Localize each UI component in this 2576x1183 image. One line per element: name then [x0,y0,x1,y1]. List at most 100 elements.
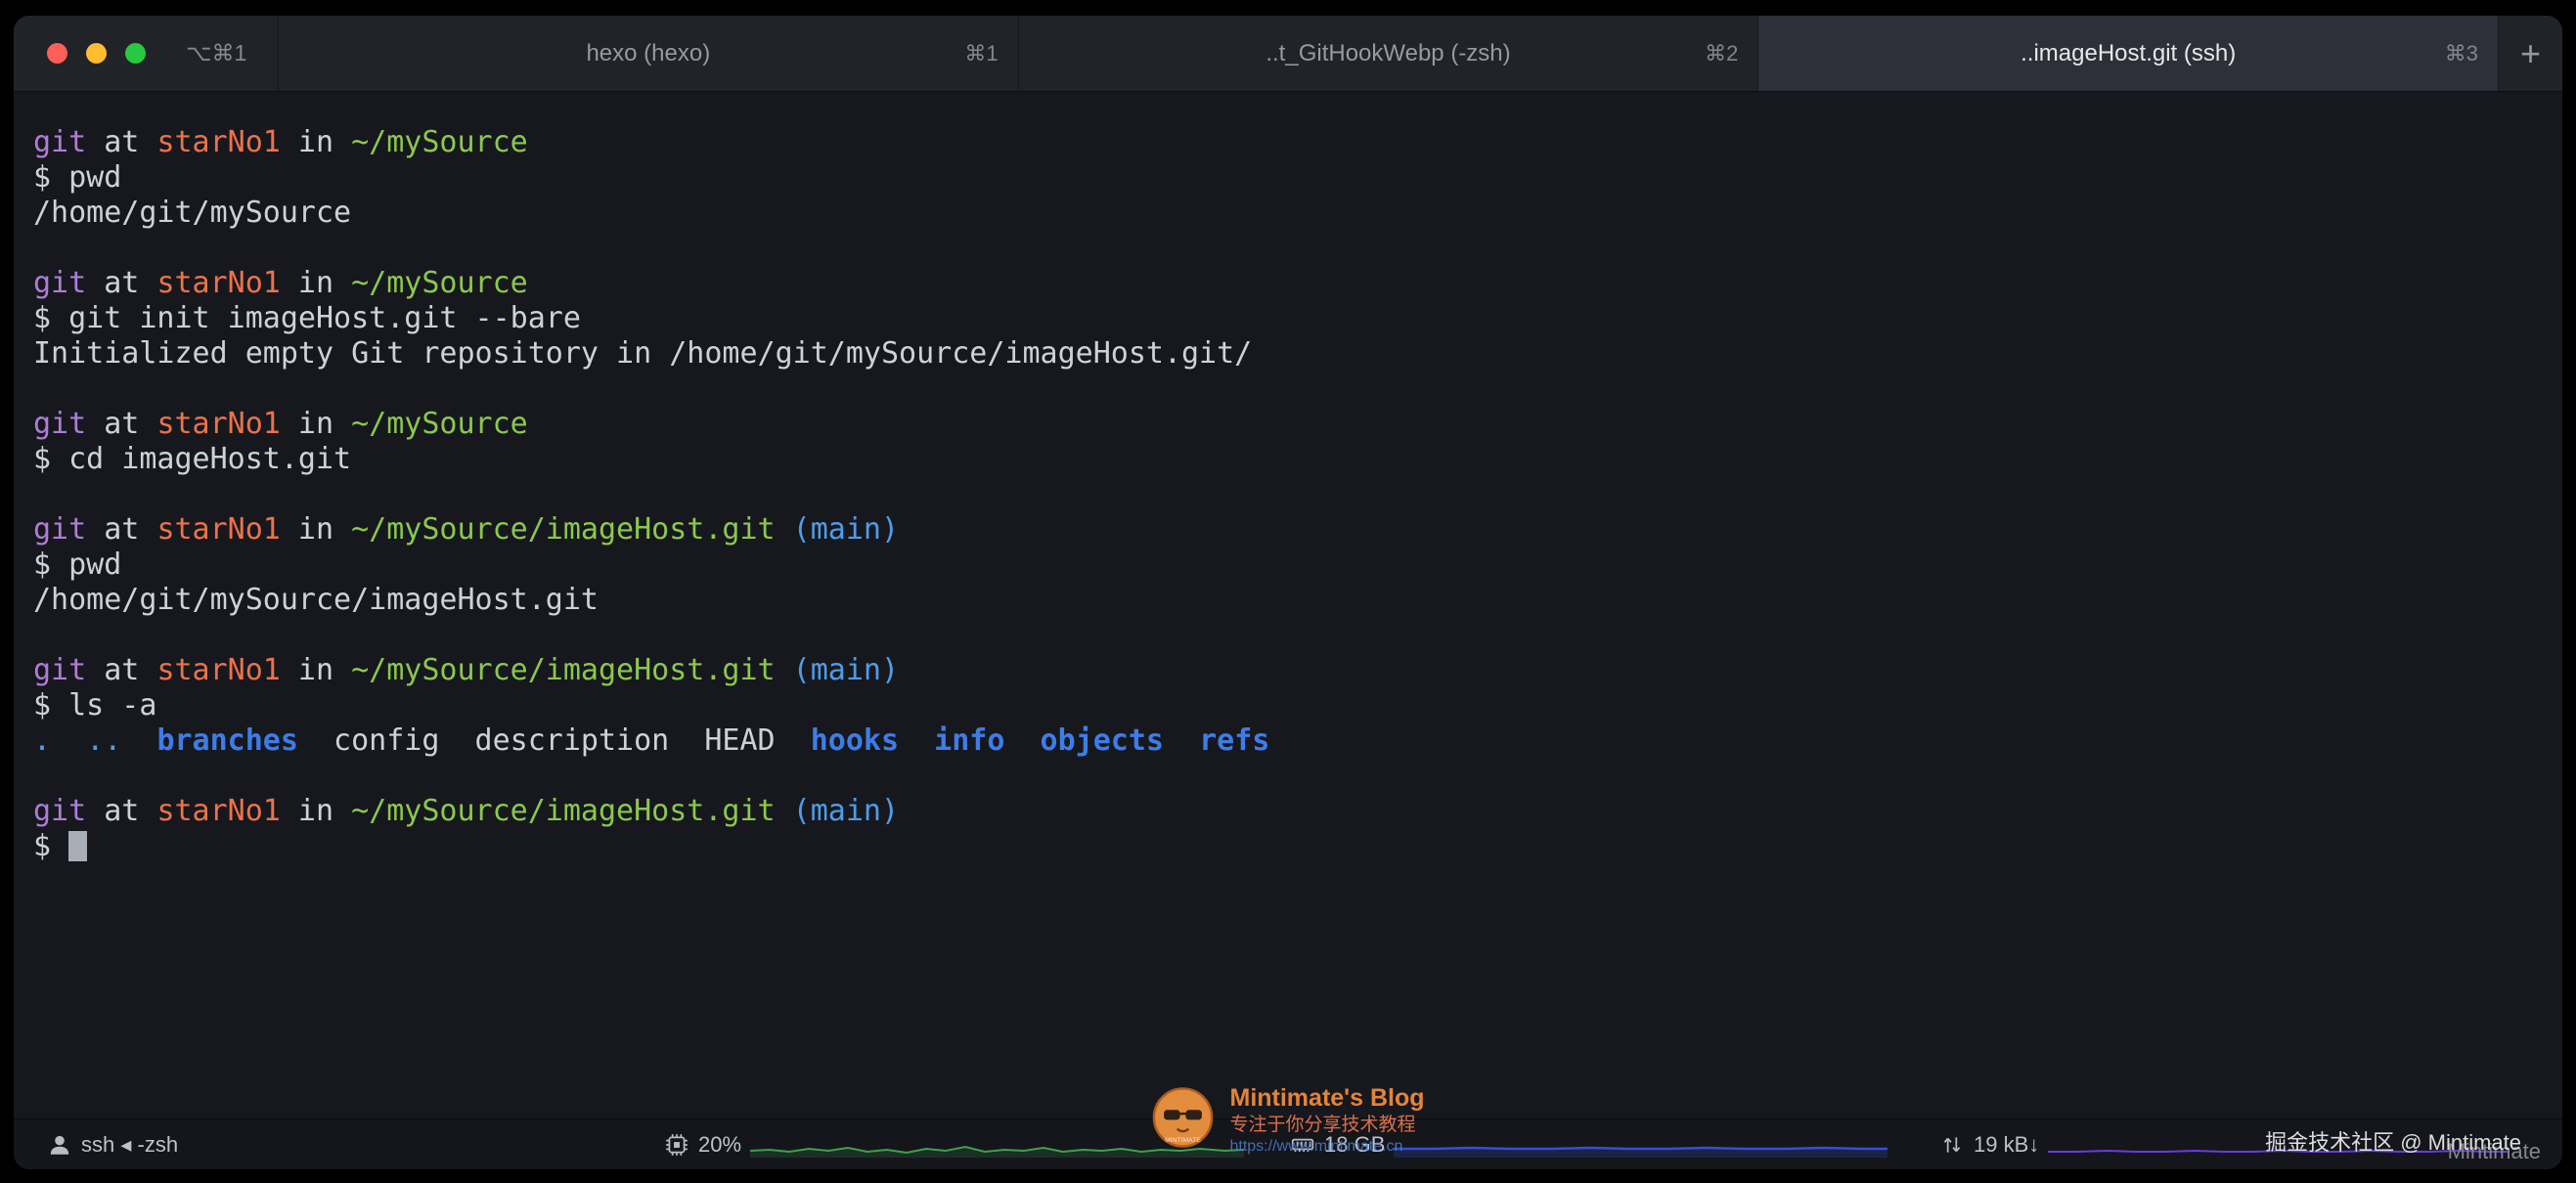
memory-sparkline [1394,1146,1888,1158]
terminal-line: git at starNo1 in ~/mySource [33,125,2543,160]
terminal-cursor [68,831,88,861]
shell-indicator[interactable]: ssh ◂ -zsh [47,1132,178,1158]
terminal-line: git at starNo1 in ~/mySource/imageHost.g… [33,653,2543,688]
terminal-text-segment: ~/mySource/imageHost.git [351,653,776,687]
terminal-line: $ pwd [33,160,2543,196]
terminal-text-segment: ~/mySource/imageHost.git [351,794,776,828]
minimize-button[interactable] [86,43,107,64]
terminal-text-segment: starNo1 [156,653,281,687]
terminal-window: ⌥⌘1 hexo (hexo) ⌘1 ..t_GitHookWebp (-zsh… [14,16,2562,1169]
tab-label: ..t_GitHookWebp (-zsh) [1266,39,1511,66]
terminal-line: git at starNo1 in ~/mySource/imageHost.g… [33,794,2543,829]
terminal-text-segment: ~/mySource/imageHost.git [351,512,776,547]
terminal-line: Initialized empty Git repository in /hom… [33,336,2543,372]
terminal-text-segment: (main) [792,794,900,828]
tab-shortcut-label: ⌘2 [1705,40,1739,66]
terminal-text-segment: starNo1 [156,794,281,828]
terminal-text-segment: branches [156,723,298,758]
terminal-text-segment: info [934,723,1005,758]
tab-githookwebp[interactable]: ..t_GitHookWebp (-zsh) ⌘2 [1017,16,1758,91]
terminal-text-segment: ~/mySource [351,266,528,300]
terminal-text-segment: git [33,266,87,300]
tab-imagehost-ssh[interactable]: ..imageHost.git (ssh) ⌘3 [1757,16,2499,91]
terminal-text-segment: git [33,512,87,547]
terminal-text-segment: git [33,407,87,441]
terminal-text-segment: ~/mySource [351,125,528,159]
terminal-text-segment: objects [1040,723,1164,758]
terminal-text-segment: $ git init imageHost.git --bare [33,301,581,335]
cpu-meter[interactable]: 20% [664,1131,1245,1158]
tab-bar: ⌥⌘1 hexo (hexo) ⌘1 ..t_GitHookWebp (-zsh… [14,16,2562,92]
terminal-text-segment: in [280,653,352,687]
cpu-value: 20% [698,1131,742,1157]
terminal-line: $ ls -a [33,688,2543,723]
new-tab-button[interactable]: + [2498,16,2562,91]
terminal-text-segment: at [86,512,157,547]
terminal-text-segment: $ pwd [33,548,122,582]
terminal-text-segment: starNo1 [156,407,281,441]
window-shortcut-label: ⌥⌘1 [186,40,247,66]
close-button[interactable] [47,43,67,64]
tab-shortcut-label: ⌘3 [2444,40,2479,66]
terminal-line: /home/git/mySource [33,196,2543,231]
terminal-text-segment: at [86,125,157,159]
tab-label: hexo (hexo) [586,39,711,66]
shell-label: ssh ◂ -zsh [81,1131,179,1157]
terminal-text-segment: . [33,723,52,758]
terminal-line: $ pwd [33,548,2543,583]
tab-hexo[interactable]: hexo (hexo) ⌘1 [278,16,1018,91]
terminal-text-segment: starNo1 [156,125,281,159]
tab-label: ..imageHost.git (ssh) [2021,39,2237,66]
terminal-text-segment: starNo1 [156,266,281,300]
terminal-text-segment: at [86,407,157,441]
terminal-text-segment: $ pwd [33,160,122,195]
terminal-text-segment: .. [86,723,122,758]
user-icon [47,1132,72,1158]
terminal-text-segment: ~/mySource [351,407,528,441]
terminal-text-segment: git [33,125,87,159]
terminal-text-segment: /home/git/mySource/imageHost.git [33,583,599,617]
terminal-text-segment: starNo1 [156,512,281,547]
terminal-text-segment: hooks [810,723,900,758]
terminal-text-segment: in [280,794,352,828]
terminal-text-segment: (main) [792,512,900,547]
memory-icon [1290,1132,1315,1158]
terminal-text-segment: $ [33,829,69,863]
terminal-line: /home/git/mySource/imageHost.git [33,583,2543,618]
terminal-text-segment: at [86,266,157,300]
terminal-line: $ git init imageHost.git --bare [33,301,2543,336]
tab-shortcut-label: ⌘1 [964,40,999,66]
terminal-text-segment: /home/git/mySource [33,196,352,230]
terminal-text-segment: git [33,653,87,687]
zoom-button[interactable] [125,43,146,64]
terminal-line: git at starNo1 in ~/mySource [33,407,2543,442]
terminal-text-segment: Initialized empty Git repository in /hom… [33,336,1253,371]
cpu-sparkline [750,1145,1245,1158]
memory-meter[interactable]: 18 GB [1290,1132,1888,1158]
terminal-line: git at starNo1 in ~/mySource/imageHost.g… [33,512,2543,548]
terminal-text-segment: at [86,653,157,687]
status-bar: ssh ◂ -zsh 20% 18 GB 19 kB↓ Mintimate 掘金… [14,1118,2562,1169]
cpu-icon [664,1132,689,1158]
terminal-line: $ cd imageHost.git [33,442,2543,477]
terminal-text-segment: git [33,794,87,828]
terminal-text-segment: refs [1199,723,1270,758]
network-value: 19 kB↓ [1974,1131,2040,1157]
terminal-line: $ [33,829,2543,864]
terminal-text-segment: at [86,794,157,828]
terminal-output[interactable]: git at starNo1 in ~/mySource $ pwd/home/g… [14,92,2562,1118]
network-icon [1939,1132,1965,1158]
terminal-text-segment: config description HEAD [297,723,811,758]
